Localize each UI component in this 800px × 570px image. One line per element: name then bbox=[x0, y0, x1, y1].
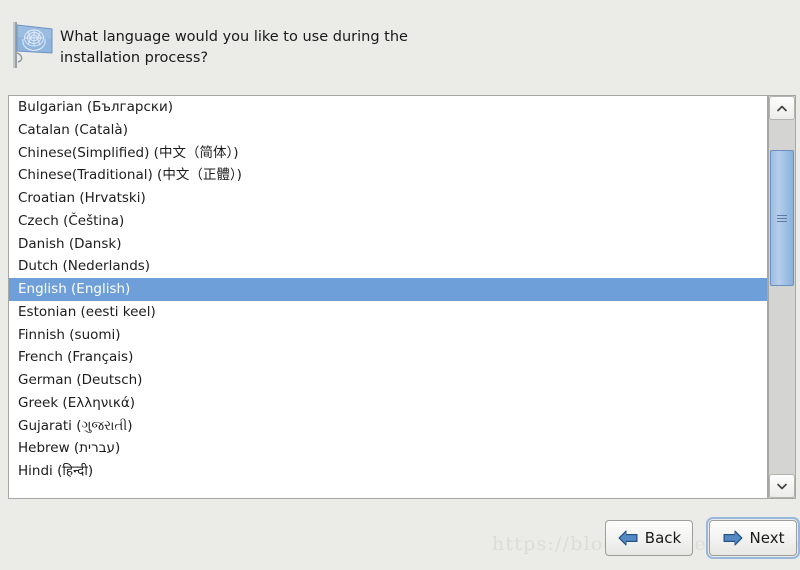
list-item[interactable]: English (English) bbox=[9, 278, 767, 301]
arrow-left-icon bbox=[618, 530, 638, 546]
list-item[interactable]: Catalan (Català) bbox=[9, 119, 767, 142]
chevron-up-icon bbox=[777, 105, 787, 111]
scrollbar-thumb[interactable] bbox=[770, 150, 794, 286]
language-list[interactable]: Bulgarian (Български) Catalan (Català) Chi… bbox=[8, 95, 768, 499]
list-item[interactable]: Chinese(Traditional) (中文（正體）) bbox=[9, 164, 767, 187]
list-item[interactable]: Chinese(Simplified) (中文（简体）) bbox=[9, 142, 767, 165]
list-item[interactable]: French (Français) bbox=[9, 346, 767, 369]
un-flag-icon bbox=[13, 22, 53, 68]
back-button[interactable]: Back bbox=[605, 520, 693, 556]
page-title: What language would you like to use duri… bbox=[60, 27, 408, 69]
dialog-header: What language would you like to use duri… bbox=[0, 0, 800, 90]
list-item[interactable]: Bulgarian (Български) bbox=[9, 96, 767, 119]
page-title-line-1: What language would you like to use duri… bbox=[60, 29, 408, 45]
list-item[interactable]: Czech (Čeština) bbox=[9, 210, 767, 233]
list-item[interactable]: Dutch (Nederlands) bbox=[9, 255, 767, 278]
next-button[interactable]: Next bbox=[706, 517, 800, 559]
language-list-items: Bulgarian (Български) Catalan (Català) Chi… bbox=[9, 96, 767, 483]
scroll-up-button[interactable] bbox=[769, 96, 795, 120]
page-title-line-2: installation process? bbox=[60, 50, 209, 66]
scroll-down-button[interactable] bbox=[769, 474, 795, 498]
chevron-down-icon bbox=[777, 483, 787, 489]
list-item[interactable]: German (Deutsch) bbox=[9, 369, 767, 392]
list-item[interactable]: Hindi (हिन्दी) bbox=[9, 460, 767, 483]
list-item[interactable]: Greek (Ελληνικά) bbox=[9, 392, 767, 415]
list-item[interactable]: Estonian (eesti keel) bbox=[9, 301, 767, 324]
list-item[interactable]: Croatian (Hrvatski) bbox=[9, 187, 767, 210]
button-bar: Back Next bbox=[0, 517, 800, 562]
arrow-right-icon bbox=[723, 530, 743, 546]
list-item[interactable]: Hebrew (עברית) bbox=[9, 437, 767, 460]
list-scrollbar[interactable] bbox=[768, 95, 796, 499]
next-button-label: Next bbox=[749, 528, 785, 547]
list-item[interactable]: Finnish (suomi) bbox=[9, 324, 767, 347]
list-item[interactable]: Danish (Dansk) bbox=[9, 233, 767, 256]
back-button-label: Back bbox=[644, 528, 682, 547]
scrollbar-grip-icon bbox=[777, 213, 787, 224]
list-item[interactable]: Gujarati (ગુજરાતી) bbox=[9, 415, 767, 438]
